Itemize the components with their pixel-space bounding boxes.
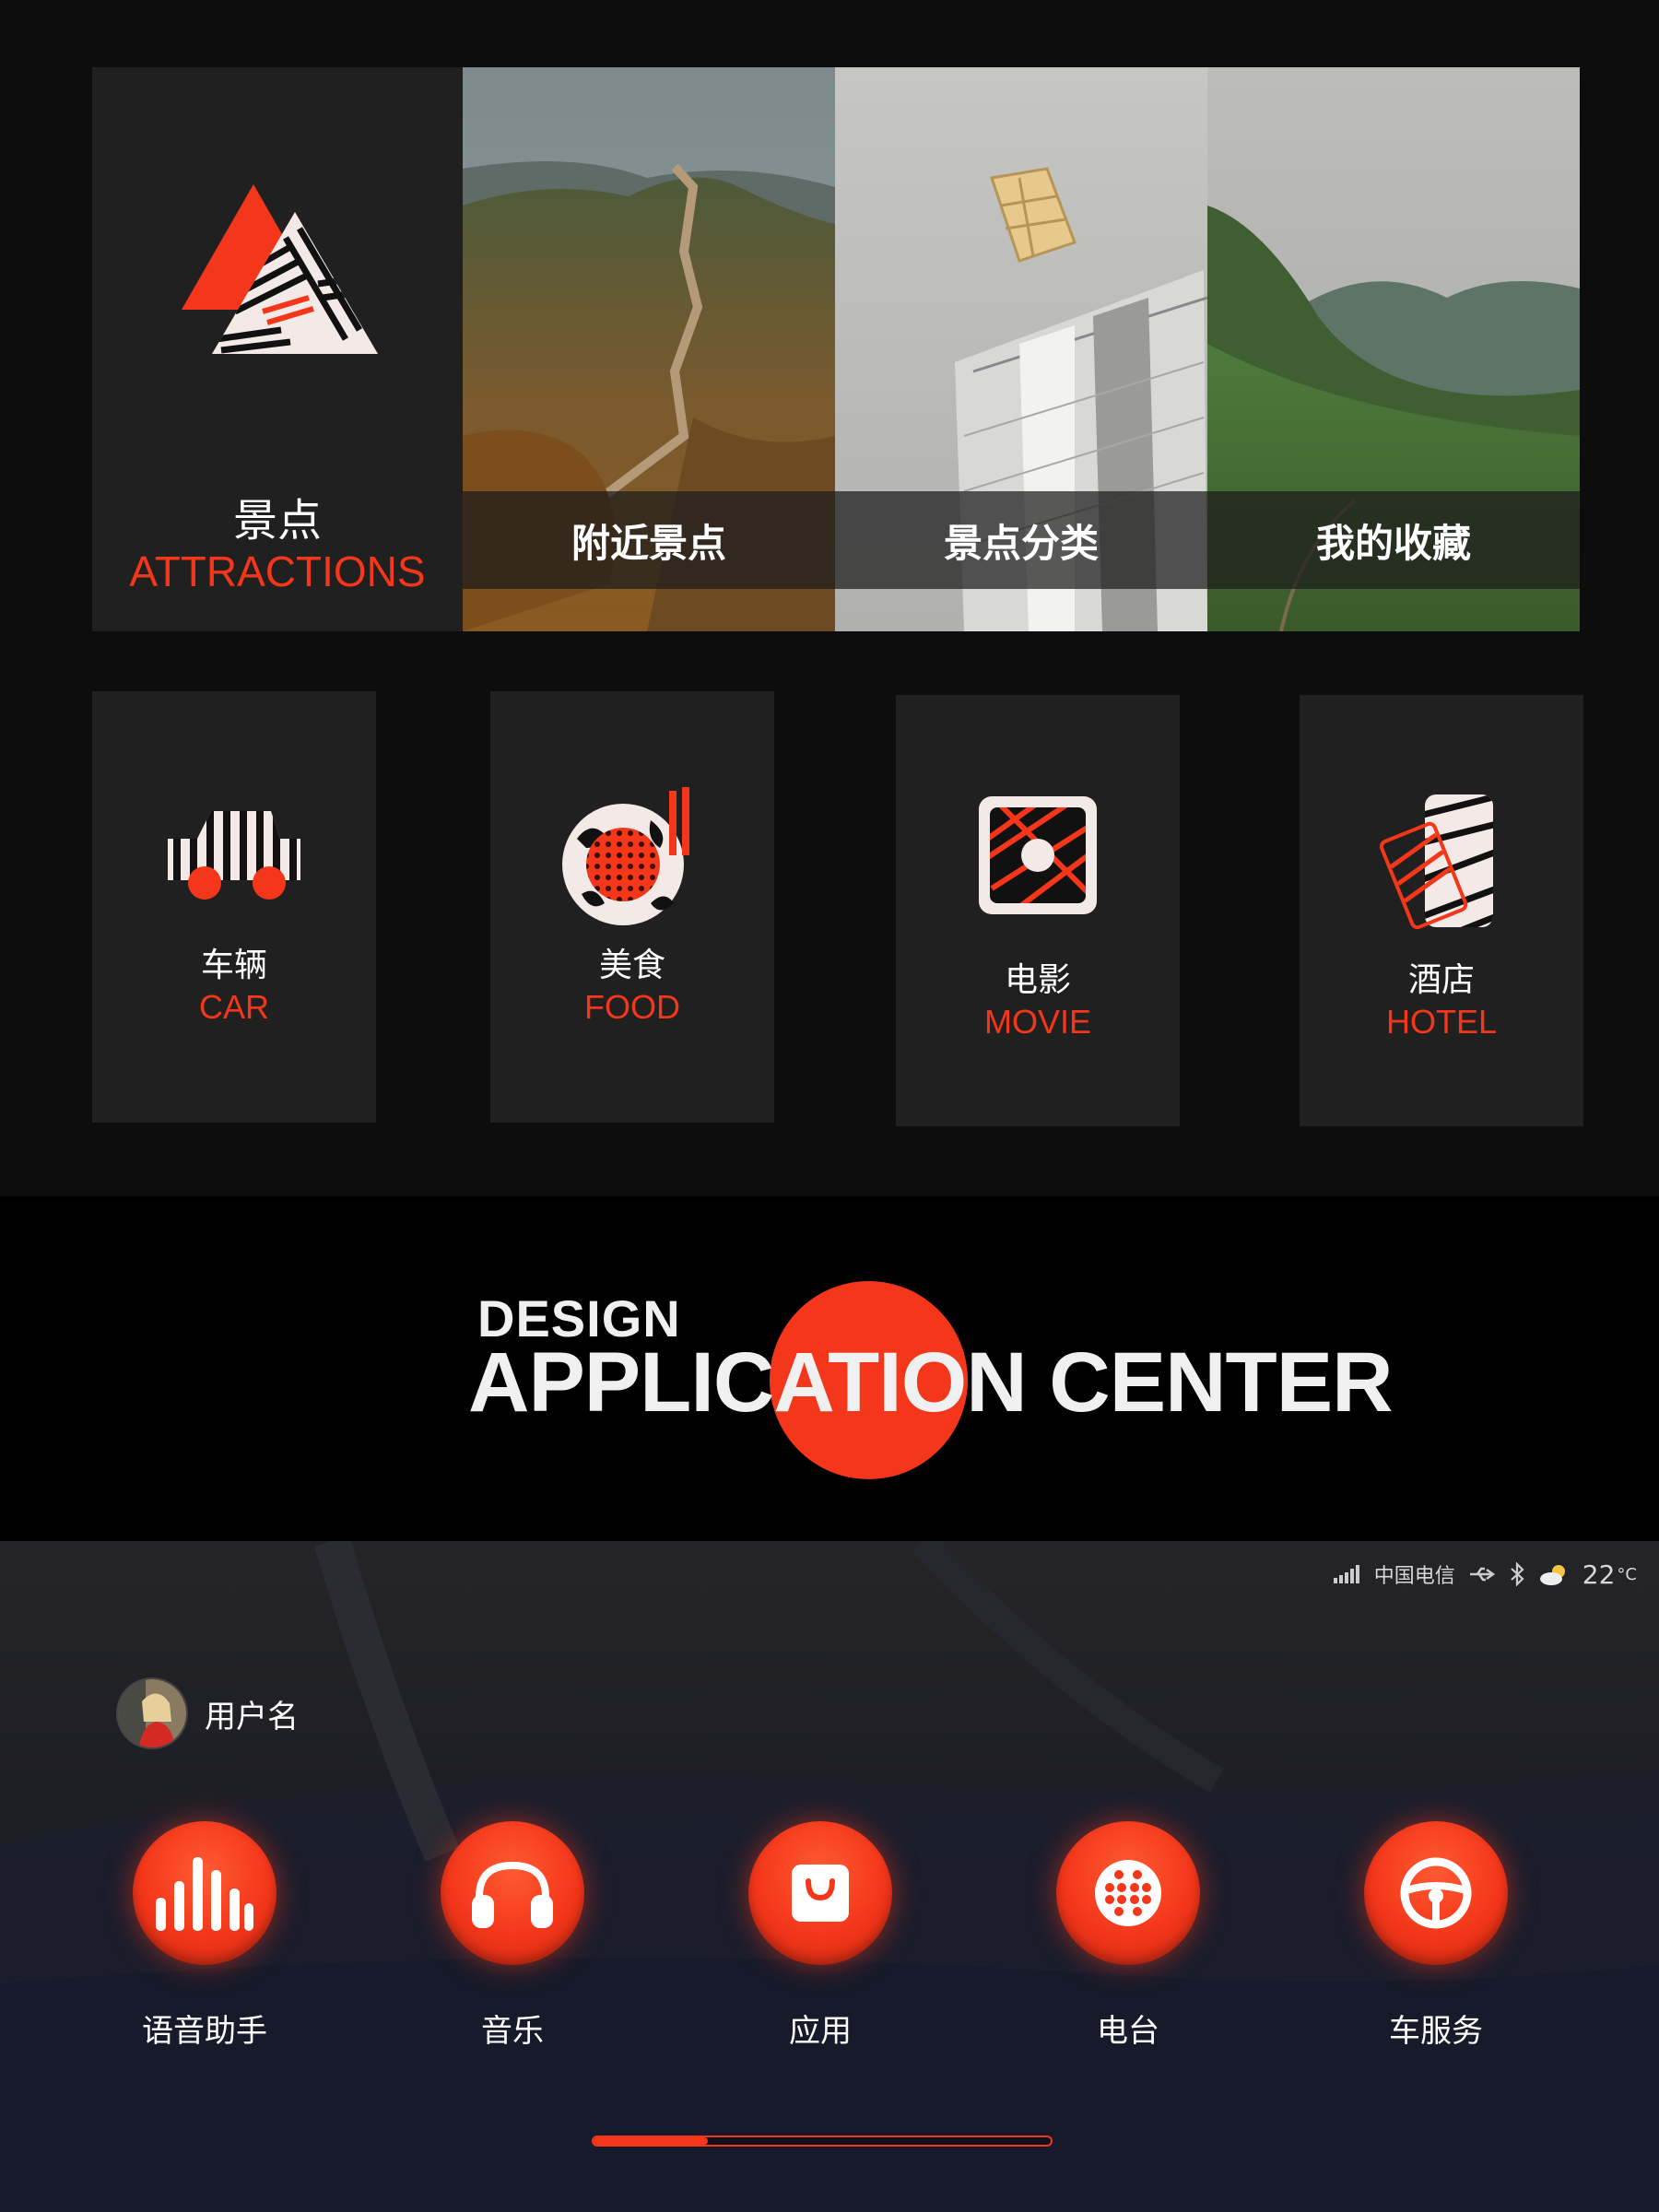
weather-icon [1539, 1565, 1565, 1585]
app-radio[interactable]: 电台 [1018, 1821, 1239, 2051]
category-movie-en: MOVIE [983, 1003, 1091, 1041]
banner-title: APPLICATION CENTER [468, 1335, 1394, 1430]
photo-tile-categories[interactable]: 景点分类 [835, 67, 1207, 631]
app-label-voice-assistant: 语音助手 [142, 2013, 267, 2050]
headphones-icon [472, 1861, 553, 1928]
avatar[interactable] [116, 1677, 188, 1749]
page-indicator-fill [594, 2137, 708, 2145]
app-car-service[interactable]: 车服务 [1325, 1821, 1547, 2051]
bag-icon [792, 1865, 849, 1922]
attractions-section: 景点 ATTRACTIONS 附近景点 景点分类 我的收藏 车辆 CAR 美食 … [0, 0, 1659, 1196]
temperature-unit: °C [1617, 1564, 1637, 1584]
category-card-hotel[interactable]: 酒店 HOTEL [1300, 695, 1583, 1126]
music-button[interactable] [441, 1821, 584, 1965]
app-label-apps: 应用 [789, 2013, 852, 2050]
category-card-food[interactable]: 美食 FOOD [490, 691, 774, 1123]
apps-button[interactable] [748, 1821, 892, 1965]
app-label-music: 音乐 [481, 2013, 544, 2050]
app-music[interactable]: 音乐 [402, 1821, 623, 2051]
app-label-car-service: 车服务 [1389, 2013, 1483, 2050]
attractions-triangle-icon [182, 184, 378, 354]
hotel-card-icon [1379, 794, 1493, 930]
steering-wheel-icon [1400, 1857, 1472, 1929]
app-apps[interactable]: 应用 [710, 1821, 931, 2051]
user-profile[interactable]: 用户名 [116, 1677, 299, 1749]
photo-tile-nearby[interactable]: 附近景点 [463, 67, 835, 631]
category-car-cn: 车辆 [200, 947, 267, 984]
movie-icon [979, 796, 1097, 914]
category-hotel-cn: 酒店 [1407, 961, 1475, 999]
design-banner: DESIGN APPLICATION CENTER [0, 1196, 1659, 1541]
temperature-value: 22 [1582, 1559, 1616, 1590]
page-indicator[interactable] [592, 2136, 1053, 2147]
app-label-radio: 电台 [1097, 2013, 1159, 2050]
photo-caption-categories: 景点分类 [835, 491, 1207, 589]
attractions-card[interactable]: 景点 ATTRACTIONS [92, 67, 463, 631]
signal-icon [1333, 1565, 1359, 1583]
category-car-en: CAR [198, 988, 269, 1026]
voice-assistant-button[interactable] [133, 1821, 276, 1965]
category-card-movie[interactable]: 电影 MOVIE [896, 695, 1180, 1126]
car-home-screen: 中国电信 22 °C 用户名 语音助手 音乐 应用 电台 车服务 [0, 1541, 1659, 2212]
voice-assistant-icon [156, 1857, 253, 1931]
car-service-button[interactable] [1364, 1821, 1508, 1965]
attractions-title-en: ATTRACTIONS [129, 547, 426, 595]
category-movie-cn: 电影 [1004, 961, 1071, 999]
photo-caption-nearby: 附近景点 [463, 491, 835, 589]
category-card-car[interactable]: 车辆 CAR [92, 691, 376, 1123]
radio-button[interactable] [1056, 1821, 1200, 1965]
usb-icon [1469, 1567, 1495, 1582]
bluetooth-icon [1511, 1562, 1524, 1586]
username: 用户名 [205, 1698, 299, 1735]
car-icon [168, 811, 300, 900]
photo-tile-favorites[interactable]: 我的收藏 [1207, 67, 1580, 631]
app-voice-assistant[interactable]: 语音助手 [94, 1821, 315, 2051]
radio-icon [1095, 1860, 1161, 1926]
carrier-name: 中国电信 [1373, 1565, 1455, 1588]
food-plate-icon [562, 787, 689, 925]
category-food-en: FOOD [584, 988, 680, 1026]
photo-caption-favorites: 我的收藏 [1207, 491, 1580, 589]
category-food-cn: 美食 [598, 947, 665, 984]
category-hotel-en: HOTEL [1385, 1003, 1498, 1041]
status-bar: 中国电信 22 °C [1333, 1556, 1637, 1593]
attractions-title-cn: 景点 [232, 495, 322, 547]
